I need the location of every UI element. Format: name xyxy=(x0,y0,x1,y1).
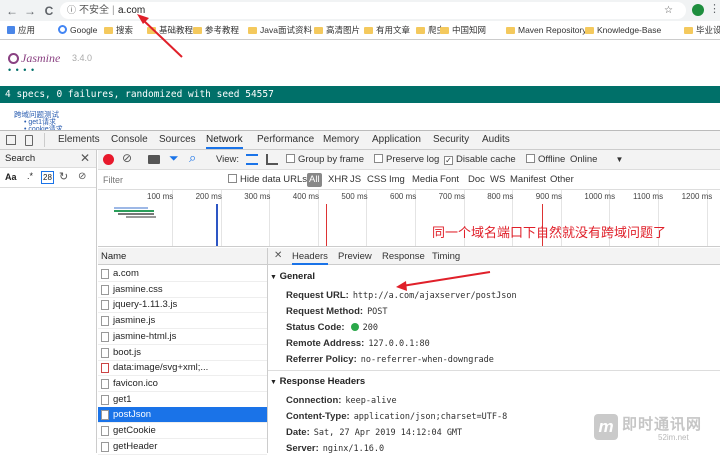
watermark-logo: m xyxy=(594,414,618,440)
url-arrow-line xyxy=(141,18,183,58)
request-url-arrow-head xyxy=(396,281,407,291)
watermark-subtext: 52im.net xyxy=(658,433,689,442)
annotation-arrows xyxy=(137,14,491,291)
watermark-text: 即时通讯网 xyxy=(622,416,703,433)
request-url-arrow-line xyxy=(401,271,491,287)
url-arrow-head xyxy=(137,14,149,24)
